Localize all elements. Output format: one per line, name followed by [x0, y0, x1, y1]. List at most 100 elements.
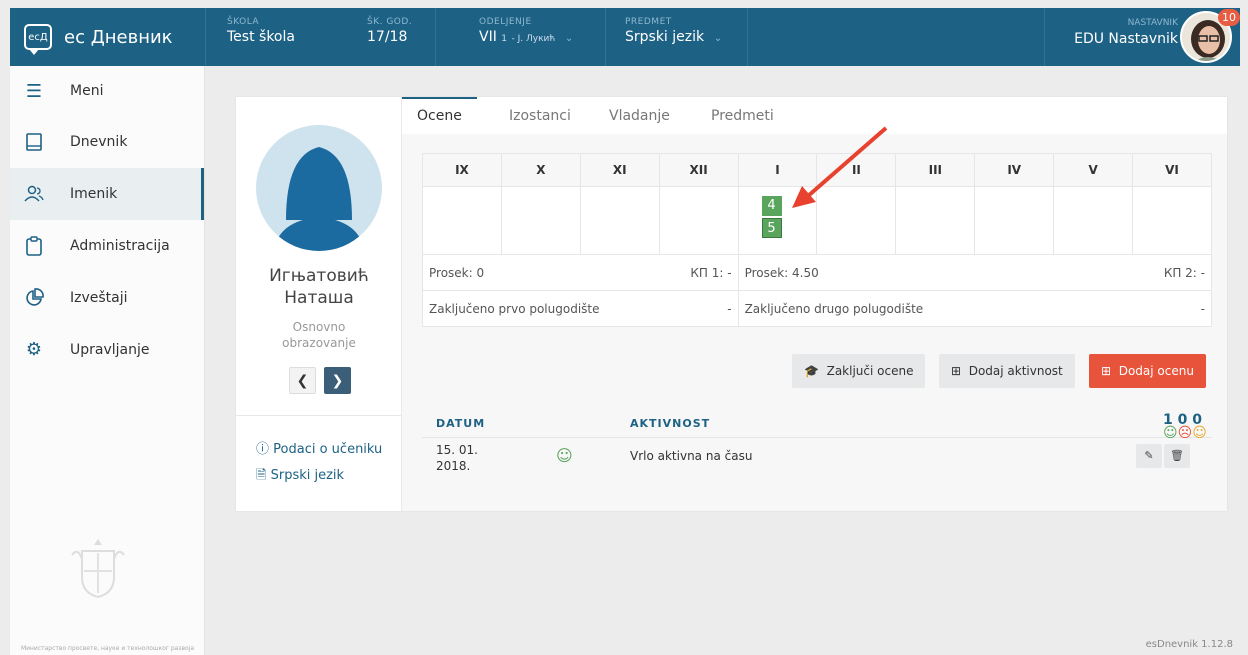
tab-ocene[interactable]: Ocene — [402, 97, 477, 134]
year-selector[interactable]: ŠK. GOD. 17/18 — [367, 18, 412, 45]
delete-button[interactable]: 🗑 — [1164, 444, 1190, 468]
chevron-left-icon: ❮ — [296, 372, 309, 389]
grade-cell[interactable] — [658, 186, 739, 255]
student-info-link[interactable]: ⓘ Podaci o učeniku — [256, 438, 402, 457]
grade-cell[interactable] — [974, 186, 1055, 255]
sidebar-item-label: Administracija — [70, 238, 170, 254]
grade-cell[interactable] — [895, 186, 976, 255]
student-profile: Игњатовић Наташа Osnovno obrazovanje ❮ ❯… — [236, 97, 402, 511]
tab-izostanci[interactable]: Izostanci — [509, 97, 571, 134]
sidebar-item-dnevnik[interactable]: Dnevnik — [10, 116, 204, 168]
close-grades-label: Zaključi ocene — [826, 364, 914, 378]
top-bar: ecД ес Дневник ŠKOLA Test škola ŠK. GOD.… — [10, 8, 1240, 66]
graduation-cap-icon: 🎓 — [804, 364, 819, 378]
sidebar-item-upravljanje[interactable]: ⚙ Upravljanje — [10, 324, 204, 376]
user-menu[interactable]: NASTAVNIK EDU Nastavnik — [1074, 18, 1178, 47]
first-semester-closed: Zaključeno prvo polugodište - — [422, 290, 739, 327]
version-label: esDnevnik 1.12.8 — [1145, 639, 1233, 650]
subject-link[interactable]: 🗎 Srpski jezik — [256, 466, 402, 488]
subject-value: Srpski jezik — [625, 29, 705, 45]
month-header: I — [737, 153, 818, 187]
student-name: Игњатовић Наташа — [236, 265, 402, 309]
average-text: Prosek: 4.50 — [744, 265, 819, 280]
next-student-button[interactable]: ❯ — [324, 367, 351, 394]
activity-counts: ☺ 1 ☹ 0 ☺ 0 — [1163, 412, 1207, 441]
female-avatar-icon — [274, 147, 364, 251]
month-header: IX — [422, 153, 502, 187]
chevron-down-icon: ⌄ — [713, 33, 723, 44]
grade-cell[interactable] — [816, 186, 897, 255]
grade-cell[interactable] — [500, 186, 581, 255]
sidebar-item-izvestaji[interactable]: Izveštaji — [10, 272, 204, 324]
tab-predmeti[interactable]: Predmeti — [711, 97, 774, 134]
grade-badge[interactable]: 5 — [761, 218, 782, 238]
sidebar: ☰ Meni Dnevnik Imenik Administracija Izv… — [10, 66, 205, 655]
sidebar-item-imenik[interactable]: Imenik — [10, 168, 204, 220]
ministry-caption: Министарство просвете, науке и технолошк… — [20, 645, 195, 652]
kp1-text: КП 1: - — [690, 265, 732, 280]
tab-vladanje[interactable]: Vladanje — [609, 97, 670, 134]
add-activity-button[interactable]: ⊞ Dodaj aktivnost — [939, 354, 1075, 388]
grades-table: IX X XI XII I II III IV V VI 4 5 Prosek:… — [422, 153, 1213, 327]
divider — [747, 8, 748, 66]
student-card: Игњатовић Наташа Osnovno obrazovanje ❮ ❯… — [236, 97, 1227, 511]
grade-badge[interactable]: 4 — [761, 196, 782, 216]
sidebar-item-label: Imenik — [70, 186, 118, 202]
school-value: Test škola — [227, 29, 295, 45]
grade-cell[interactable]: 4 5 — [737, 186, 818, 255]
class-number: 1 — [501, 34, 508, 44]
month-header: IV — [974, 153, 1055, 187]
document-icon: 🗎 — [256, 468, 267, 483]
pencil-icon: ✎ — [1144, 449, 1154, 462]
average-row: Prosek: 0 КП 1: - Prosek: 4.50 КП 2: - — [422, 254, 1213, 291]
clipboard-icon — [24, 236, 44, 256]
subject-selector[interactable]: PREDMET Srpski jezik ⌄ — [625, 17, 722, 45]
sidebar-item-menu[interactable]: ☰ Meni — [10, 66, 204, 116]
sidebar-item-administracija[interactable]: Administracija — [10, 220, 204, 272]
student-info-label: Podaci o učeniku — [273, 442, 383, 457]
class-selector[interactable]: ODELJENJE VII 1 - J. Лукић ⌄ — [479, 17, 573, 45]
profile-links: ⓘ Podaci o učeniku 🗎 Srpski jezik — [236, 415, 402, 488]
first-semester-average: Prosek: 0 КП 1: - — [422, 254, 739, 291]
notification-badge[interactable]: 10 — [1218, 9, 1240, 26]
edit-button[interactable]: ✎ — [1136, 444, 1162, 468]
grade-cell[interactable] — [1053, 186, 1134, 255]
activity-header: DATUM AKTIVNOST ☺ 1 ☹ 0 ☺ 0 — [422, 404, 1212, 441]
previous-student-button[interactable]: ❮ — [289, 367, 316, 394]
student-avatar — [256, 125, 382, 251]
add-grade-button[interactable]: ⊞ Dodaj ocenu — [1089, 354, 1206, 388]
add-grade-label: Dodaj ocenu — [1118, 364, 1194, 378]
subject-label: PREDMET — [625, 17, 672, 27]
sidebar-item-label: Upravljanje — [70, 342, 150, 358]
closed-label: Zaključeno prvo polugodište — [429, 301, 600, 316]
brand[interactable]: ecД ес Дневник — [10, 8, 205, 66]
month-header: X — [500, 153, 581, 187]
divider — [605, 8, 606, 66]
school-selector[interactable]: ŠKOLA Test škola — [227, 17, 295, 45]
class-label: ODELJENJE — [479, 17, 532, 27]
app-logo-icon: ecД — [24, 24, 52, 55]
grade-cell[interactable] — [1132, 186, 1212, 255]
divider — [205, 8, 206, 66]
second-semester-closed: Zaključeno drugo polugodište - — [737, 290, 1213, 327]
closed-value: - — [727, 301, 732, 316]
grade-cell[interactable] — [422, 186, 502, 255]
add-activity-label: Dodaj aktivnost — [968, 364, 1063, 378]
divider — [435, 8, 436, 66]
grade-cell[interactable] — [579, 186, 660, 255]
close-grades-button[interactable]: 🎓 Zaključi ocene — [792, 354, 926, 388]
trash-icon: 🗑 — [1170, 449, 1184, 462]
class-value: VII 1 - J. Лукић — [479, 30, 555, 44]
closed-label: Zaključeno drugo polugodište — [744, 301, 924, 316]
activity-text: Vrlo aktivna na času — [630, 449, 753, 463]
class-teacher: - J. Лукић — [511, 34, 556, 44]
second-semester-average: Prosek: 4.50 КП 2: - — [737, 254, 1213, 291]
plus-square-icon: ⊞ — [1101, 364, 1112, 378]
month-header: XI — [579, 153, 660, 187]
coat-of-arms-icon — [71, 539, 125, 599]
activity-date: 15. 01. 2018. — [436, 443, 478, 473]
average-text: Prosek: 0 — [429, 265, 485, 280]
school-label: ŠKOLA — [227, 17, 260, 27]
year-value: 17/18 — [367, 29, 408, 45]
month-header: III — [895, 153, 976, 187]
